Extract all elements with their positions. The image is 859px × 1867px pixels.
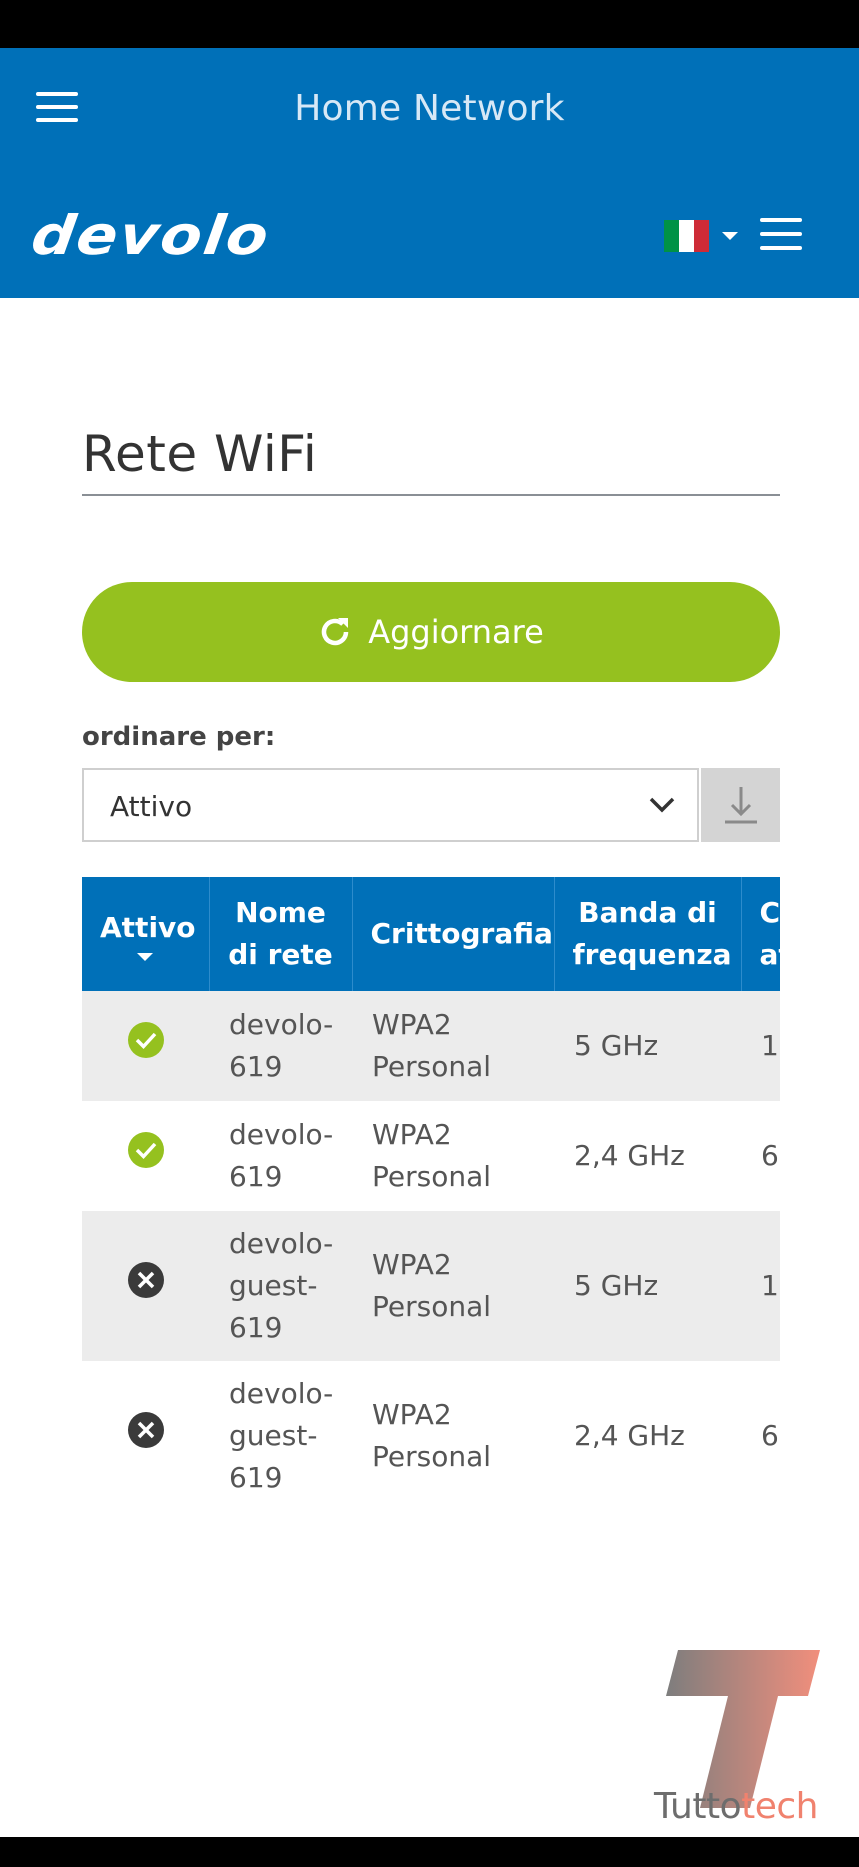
refresh-button[interactable]: Aggiornare (82, 582, 780, 682)
status-cell (82, 1211, 209, 1361)
page-title: Rete WiFi (82, 425, 318, 483)
encryption-cell: WPA2 Personal (372, 1118, 492, 1193)
band-cell: 2,4 GHz (574, 1419, 685, 1452)
language-caret-icon[interactable] (722, 232, 738, 240)
table-row: devolo-guest-619 WPA2 Personal 2,4 GHz 6 (82, 1361, 780, 1497)
network-name-cell: devolo-619 (209, 991, 352, 1101)
band-cell: 5 GHz (554, 1211, 741, 1361)
refresh-button-label: Aggiornare (368, 613, 544, 651)
status-cell (82, 991, 209, 1101)
check-circle-icon (127, 1022, 164, 1058)
status-bar (0, 0, 859, 48)
channel-cell: 6 (761, 1139, 779, 1172)
sort-select-value: Attivo (110, 790, 193, 823)
site-menu-button[interactable] (760, 218, 802, 250)
sort-descending-icon (724, 787, 757, 824)
channel-cell: 1 (741, 991, 780, 1101)
column-header-band[interactable]: Banda di frequenza (554, 877, 742, 991)
encryption-cell: WPA2 Personal (372, 1398, 492, 1473)
navigation-bar (0, 1837, 859, 1867)
channel-cell: 6 (761, 1419, 779, 1452)
band-cell: 5 GHz (554, 991, 741, 1101)
table-row: devolo-619 WPA2 Personal 5 GHz 1 (82, 991, 780, 1101)
x-circle-icon (127, 1262, 164, 1298)
sort-label: ordinare per: (82, 722, 276, 752)
table-row: devolo-619 WPA2 Personal 2,4 GHz 6 (82, 1101, 780, 1211)
sort-caret-icon (137, 953, 154, 961)
column-header-channel[interactable]: Canale attuale (741, 877, 780, 991)
encryption-cell: WPA2 Personal (352, 991, 554, 1101)
sort-select[interactable]: Attivo (82, 768, 699, 842)
channel-cell: 1 (741, 1211, 780, 1361)
table-row: devolo-guest-619 WPA2 Personal 5 GHz 1 (82, 1211, 780, 1361)
network-name-cell: devolo-guest-619 (229, 1377, 334, 1494)
chevron-down-icon (649, 797, 675, 813)
check-circle-icon (127, 1132, 164, 1168)
network-name-cell: devolo-guest-619 (209, 1211, 352, 1361)
network-name-cell: devolo-619 (229, 1118, 334, 1193)
status-cell (82, 1101, 209, 1211)
encryption-cell: WPA2 Personal (352, 1211, 554, 1361)
wifi-networks-table: Attivo Nome di rete Crittografia Banda d… (82, 877, 780, 1497)
title-divider (82, 494, 780, 496)
app-bar: Home Network devolo (0, 48, 859, 298)
refresh-icon (322, 618, 349, 646)
band-cell: 2,4 GHz (574, 1139, 685, 1172)
language-flag-icon[interactable] (664, 220, 709, 252)
column-header-encryption[interactable]: Crittografia (352, 877, 555, 991)
column-header-active[interactable]: Attivo (82, 877, 210, 991)
watermark-text: Tuttotech (654, 1786, 818, 1827)
sort-direction-button[interactable] (701, 768, 780, 842)
table-header-row: Attivo Nome di rete Crittografia Banda d… (82, 877, 780, 991)
column-header-name[interactable]: Nome di rete (209, 877, 353, 991)
status-cell (82, 1361, 209, 1497)
x-circle-icon (127, 1412, 164, 1448)
app-title: Home Network (294, 88, 565, 129)
devolo-logo: devolo (27, 204, 275, 268)
